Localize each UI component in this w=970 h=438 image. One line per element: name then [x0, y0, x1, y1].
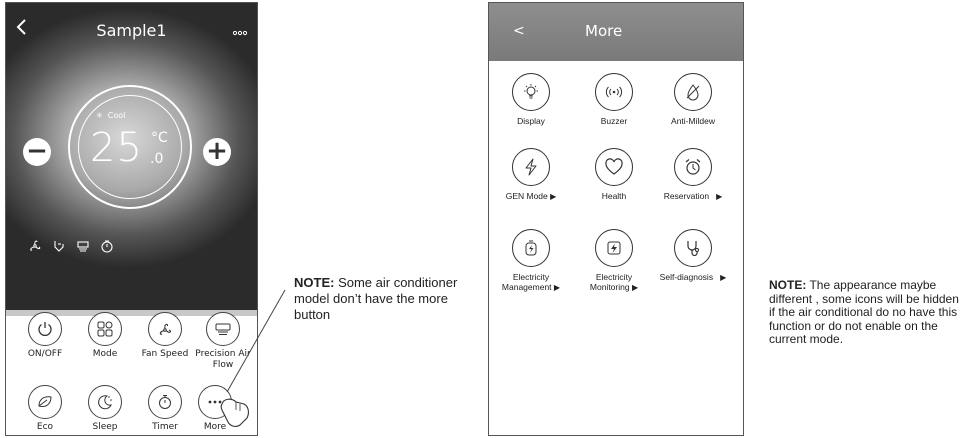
on-off-button[interactable]: ON/OFF — [15, 312, 75, 360]
more-button[interactable]: More — [185, 385, 245, 433]
electricity-monitoring-arrow: ▶ — [631, 283, 639, 292]
electricity-management-label: Electricity Management ▶ — [501, 272, 561, 292]
precision-air-flow-button[interactable]: Precision Air Flow — [193, 312, 253, 371]
gen-mode-arrow: ▶ — [550, 192, 557, 201]
anti-mildew-label: Anti-Mildew — [671, 116, 715, 126]
snowflake-icon: ✳ — [96, 111, 103, 120]
moon-icon — [88, 385, 122, 419]
bulb-icon — [512, 73, 550, 111]
buzzer-icon — [595, 73, 633, 111]
anti-mildew-icon — [674, 73, 712, 111]
reservation-arrow: ▶ — [716, 192, 723, 201]
self-diagnosis-tile[interactable]: Self-diagnosis ▶ — [652, 229, 734, 283]
timer-status-icon — [101, 240, 113, 253]
leaf-icon — [28, 385, 62, 419]
note-right-bold: NOTE: — [769, 278, 807, 292]
timer-icon — [148, 385, 182, 419]
more-title: More — [585, 22, 623, 40]
airflow-icon — [206, 312, 240, 346]
display-tile[interactable]: Display — [490, 73, 572, 126]
more-icon — [198, 385, 232, 419]
power-icon — [28, 312, 62, 346]
increase-temp-button[interactable]: + — [203, 138, 231, 166]
note-left-bold: NOTE: — [294, 275, 335, 290]
fan-icon — [148, 312, 182, 346]
self-diagnosis-arrow: ▶ — [720, 273, 727, 282]
mode-button[interactable]: Mode — [75, 312, 135, 360]
more-label: More — [203, 422, 227, 432]
reservation-label: Reservation ▶ — [663, 191, 723, 201]
electricity-monitoring-label: Electricity Monitoring ▶ — [589, 272, 639, 292]
decrease-temp-button[interactable]: − — [23, 138, 51, 166]
device-title: Sample1 — [96, 21, 167, 40]
electricity-management-arrow: ▶ — [553, 283, 561, 292]
ac-control-screen: Sample1 ✳ Cool 25 °C .0 − + ON/OFF Mode … — [5, 2, 258, 436]
lightning-icon — [512, 148, 550, 186]
airflow-status-icon — [54, 241, 64, 252]
sleep-label: Sleep — [92, 422, 118, 432]
precision-air-flow-label: Precision Air Flow — [195, 349, 251, 370]
buzzer-tile[interactable]: Buzzer — [573, 73, 655, 126]
more-screen: < More Display Buzzer Anti-Mildew GEN Mo… — [488, 2, 744, 436]
fan-icon — [30, 240, 41, 251]
eco-label: Eco — [36, 422, 54, 432]
mode-icon — [88, 312, 122, 346]
temperature-value: 25 — [90, 125, 143, 171]
gen-mode-label: GEN Mode ▶ — [505, 191, 557, 201]
louver-icon — [77, 241, 89, 252]
more-header: < More — [489, 3, 743, 61]
menu-button[interactable] — [232, 29, 248, 39]
gen-mode-tile[interactable]: GEN Mode ▶ — [490, 148, 572, 202]
fan-speed-label: Fan Speed — [141, 349, 189, 359]
note-left: NOTE: Some air conditioner model don’t h… — [294, 275, 469, 323]
health-label: Health — [601, 191, 627, 201]
display-label: Display — [517, 116, 545, 126]
heart-icon — [595, 148, 633, 186]
sleep-button[interactable]: Sleep — [75, 385, 135, 433]
mode-indicator: ✳ Cool — [96, 111, 125, 120]
temperature-decimal: .0 — [150, 151, 164, 167]
mode-button-label: Mode — [92, 349, 118, 359]
status-icons — [28, 239, 114, 253]
electricity-monitoring-tile[interactable]: Electricity Monitoring ▶ — [573, 229, 655, 293]
electricity-management-tile[interactable]: Electricity Management ▶ — [490, 229, 572, 293]
temperature-panel: Sample1 ✳ Cool 25 °C .0 − + — [6, 3, 257, 310]
mode-label: Cool — [107, 111, 126, 120]
on-off-label: ON/OFF — [27, 349, 63, 359]
self-diagnosis-label: Self-diagnosis ▶ — [659, 272, 727, 282]
fan-speed-button[interactable]: Fan Speed — [135, 312, 195, 360]
anti-mildew-tile[interactable]: Anti-Mildew — [652, 73, 734, 126]
reservation-tile[interactable]: Reservation ▶ — [652, 148, 734, 202]
battery-icon — [512, 229, 550, 267]
monitor-icon — [595, 229, 633, 267]
buzzer-label: Buzzer — [600, 116, 628, 126]
temperature-unit: °C — [151, 130, 168, 146]
eco-button[interactable]: Eco — [15, 385, 75, 433]
back-button[interactable]: < — [513, 23, 525, 39]
note-right: NOTE: The appearance maybe different , s… — [769, 278, 964, 347]
alarm-icon — [674, 148, 712, 186]
dots-icon — [232, 30, 248, 36]
stethoscope-icon — [674, 229, 712, 267]
health-tile[interactable]: Health — [573, 148, 655, 201]
